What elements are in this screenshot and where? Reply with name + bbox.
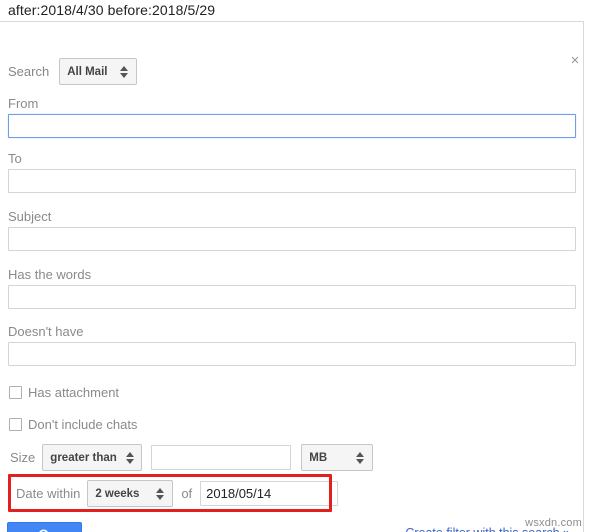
from-input[interactable] — [8, 114, 576, 138]
updown-arrows-icon — [125, 451, 135, 465]
search-scope-row: Search All Mail — [8, 58, 138, 85]
subject-input[interactable] — [8, 227, 576, 251]
magnifier-icon — [38, 529, 48, 532]
field-has-words-label: Has the words — [8, 267, 92, 282]
size-value-input[interactable] — [151, 445, 292, 470]
search-button[interactable] — [7, 522, 82, 532]
size-row: Size greater than MB — [10, 444, 374, 471]
gmail-advanced-search-screenshot: after:2018/4/30 before:2018/5/29 × Searc… — [0, 0, 590, 532]
close-icon[interactable]: × — [566, 52, 584, 70]
dont-include-chats-checkbox[interactable] — [9, 418, 22, 431]
size-comparator-dropdown[interactable]: greater than — [42, 444, 143, 471]
checkbox-row-has-attachment[interactable]: Has attachment — [9, 385, 119, 400]
search-scope-label: Search — [8, 64, 50, 79]
field-has-words: Has the words — [8, 267, 576, 309]
size-comparator-value: greater than — [50, 451, 117, 464]
field-from-label: From — [8, 96, 39, 111]
field-doesnt-have: Doesn't have — [8, 324, 576, 366]
search-query-text[interactable]: after:2018/4/30 before:2018/5/29 — [8, 2, 215, 18]
search-scope-dropdown[interactable]: All Mail — [59, 58, 138, 85]
dont-include-chats-label: Don't include chats — [28, 417, 138, 432]
advanced-search-panel: × Search All Mail From To Subject Has th… — [0, 22, 584, 532]
search-scope-value: All Mail — [67, 65, 108, 78]
to-input[interactable] — [8, 169, 576, 193]
field-doesnt-have-label: Doesn't have — [8, 324, 84, 339]
date-value-input[interactable] — [200, 481, 339, 506]
doesnt-have-input[interactable] — [8, 342, 576, 366]
size-unit-dropdown[interactable]: MB — [301, 444, 374, 471]
date-within-row: Date within 2 weeks of — [16, 480, 339, 507]
field-from: From — [8, 96, 576, 138]
has-attachment-label: Has attachment — [28, 385, 120, 400]
date-period-dropdown[interactable]: 2 weeks — [87, 480, 174, 507]
field-subject-label: Subject — [8, 209, 52, 224]
updown-arrows-icon — [120, 65, 129, 79]
updown-arrows-icon — [156, 487, 165, 501]
top-search-bar[interactable]: after:2018/4/30 before:2018/5/29 — [0, 0, 584, 22]
date-period-value: 2 weeks — [95, 487, 140, 500]
field-to: To — [8, 151, 576, 193]
has-words-input[interactable] — [8, 285, 576, 309]
watermark-text: wsxdn.com — [525, 517, 582, 529]
has-attachment-checkbox[interactable] — [9, 386, 22, 399]
checkbox-row-dont-include-chats[interactable]: Don't include chats — [9, 417, 137, 432]
size-label: Size — [10, 450, 36, 465]
updown-arrows-icon — [356, 451, 365, 465]
field-to-label: To — [8, 151, 22, 166]
date-within-label: Date within — [16, 486, 81, 501]
size-unit-value: MB — [309, 451, 328, 464]
field-subject: Subject — [8, 209, 576, 251]
date-of-label: of — [181, 486, 193, 501]
